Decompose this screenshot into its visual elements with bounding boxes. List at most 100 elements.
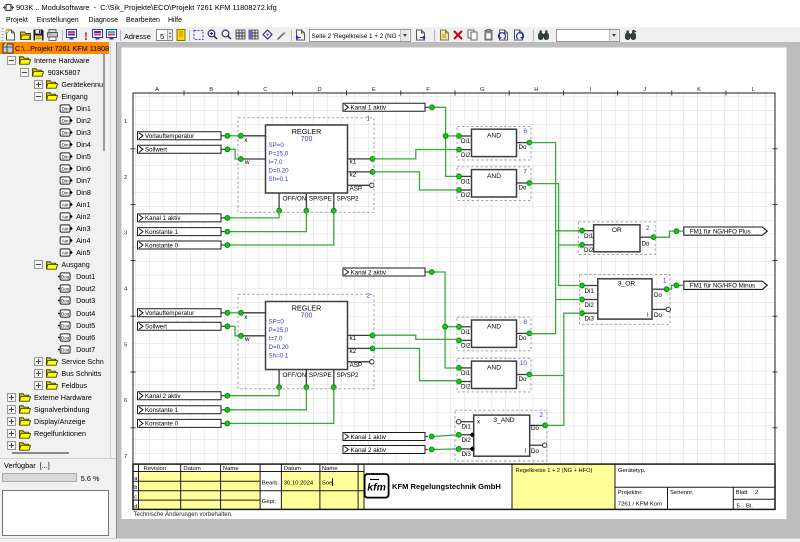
svg-text:6: 6 (523, 128, 527, 135)
svg-text:Di1: Di1 (585, 288, 595, 295)
svg-text:2: 2 (124, 175, 127, 181)
svg-text:Soe: Soe (322, 481, 333, 487)
svg-text:AND: AND (487, 173, 501, 180)
svg-text:A: A (155, 87, 159, 93)
svg-text:SP/SPE: SP/SPE (309, 372, 332, 379)
svg-text:Gepr.: Gepr. (262, 499, 277, 505)
svg-text:Sh=0.1: Sh=0.1 (269, 352, 289, 359)
svg-text:OR: OR (612, 227, 622, 234)
svg-text:F: F (426, 87, 430, 93)
svg-text:2: 2 (366, 293, 370, 300)
svg-text:Di3: Di3 (462, 451, 472, 458)
svg-text:Konstante 1: Konstante 1 (145, 229, 179, 236)
svg-text:OFF/ON: OFF/ON (283, 372, 307, 379)
svg-text:Di1: Di1 (462, 424, 472, 431)
svg-text:Di2: Di2 (584, 247, 594, 254)
svg-text:b: b (134, 485, 137, 491)
svg-text:B: B (209, 87, 213, 93)
svg-text:w: w (244, 159, 250, 166)
svg-text:1: 1 (663, 278, 667, 285)
svg-text:Datum: Datum (183, 466, 200, 472)
svg-text:Regelkreise 1 + 2 (NG + HFO): Regelkreise 1 + 2 (NG + HFO) (516, 468, 593, 474)
svg-text:Di2: Di2 (461, 384, 471, 391)
svg-text:ASP: ASP (350, 362, 363, 369)
svg-text:6: 6 (124, 398, 127, 404)
svg-text:Do: Do (519, 185, 527, 192)
svg-text:SP=0: SP=0 (269, 319, 285, 326)
svg-text:3_OR: 3_OR (618, 281, 635, 288)
svg-text:Konstante 0: Konstante 0 (145, 242, 179, 249)
svg-text:Konstante 1: Konstante 1 (145, 407, 179, 414)
svg-text:SP=0: SP=0 (269, 142, 285, 149)
svg-text:Do: Do (531, 448, 539, 455)
svg-text:I=7.0: I=7.0 (269, 159, 283, 166)
svg-text:Kanal 2 aktiv: Kanal 2 aktiv (351, 447, 387, 454)
svg-text:!: ! (647, 312, 649, 319)
svg-text:AND: AND (487, 133, 501, 140)
svg-text:Bearb.: Bearb. (262, 481, 280, 487)
svg-text:Di1: Di1 (461, 370, 471, 377)
svg-text:1: 1 (124, 119, 127, 125)
svg-text:Technische Änderungen vorbehal: Technische Änderungen vorbehalten. (134, 511, 233, 518)
svg-text:Di2: Di2 (461, 152, 471, 159)
svg-text:10: 10 (520, 360, 528, 367)
svg-text:3_AND: 3_AND (493, 417, 514, 424)
svg-text:700: 700 (301, 136, 313, 143)
svg-text:Di2: Di2 (461, 192, 471, 199)
svg-text:H: H (534, 87, 538, 93)
svg-text:D: D (318, 87, 322, 93)
svg-text:Di1: Di1 (461, 329, 471, 336)
svg-text:Kanal 1 aktiv: Kanal 1 aktiv (145, 215, 181, 222)
svg-text:Revision: Revision (144, 466, 167, 472)
svg-text:Di2: Di2 (461, 343, 471, 350)
svg-text:Di1: Di1 (584, 233, 594, 240)
svg-text:Do: Do (519, 376, 527, 383)
svg-text:!: ! (525, 448, 527, 455)
svg-text:30.10.2024: 30.10.2024 (284, 481, 314, 487)
svg-text:Sh=0.1: Sh=0.1 (269, 176, 289, 183)
svg-text:P=25.0: P=25.0 (269, 150, 289, 157)
svg-text:C: C (263, 87, 267, 93)
svg-text:KFM Regelungstechnik GmbH: KFM Regelungstechnik GmbH (392, 482, 501, 491)
svg-text:D=0.20: D=0.20 (269, 167, 290, 174)
svg-text:8: 8 (523, 319, 527, 326)
svg-text:k1: k1 (350, 158, 357, 165)
svg-text:SP/SP2: SP/SP2 (337, 196, 360, 203)
svg-text:I=7.0: I=7.0 (269, 335, 283, 342)
svg-text:G: G (480, 87, 485, 93)
svg-text:Konstante 0: Konstante 0 (145, 421, 179, 428)
svg-text:Do: Do (519, 144, 527, 151)
svg-text:Bl.: Bl. (746, 503, 753, 509)
svg-text:K: K (697, 87, 701, 93)
svg-text:Do: Do (654, 312, 662, 319)
svg-text:d: d (134, 504, 137, 510)
svg-text:Blatt: Blatt (736, 490, 748, 496)
svg-text:k1: k1 (350, 335, 357, 342)
svg-text:P=25.0: P=25.0 (269, 327, 289, 334)
svg-text:D=0.20: D=0.20 (269, 344, 290, 351)
svg-text:2: 2 (646, 225, 650, 232)
svg-text:FM1 für NG/HFO Minus: FM1 für NG/HFO Minus (690, 283, 755, 290)
svg-text:c: c (134, 495, 137, 501)
svg-text:Di2: Di2 (585, 302, 595, 309)
svg-text:k2: k2 (350, 348, 357, 355)
svg-text:700: 700 (301, 312, 313, 319)
svg-text:ASP: ASP (350, 186, 363, 193)
svg-text:SP/SPE: SP/SPE (309, 196, 332, 203)
svg-text:2: 2 (539, 412, 543, 419)
svg-text:E: E (372, 87, 376, 93)
svg-text:k2: k2 (350, 171, 357, 178)
svg-text:7261 / KFM Kom: 7261 / KFM Kom (618, 502, 662, 508)
svg-text:Vorlauftemperatur: Vorlauftemperatur (145, 310, 194, 317)
svg-text:Projektnr.: Projektnr. (618, 490, 643, 496)
svg-text:Di1: Di1 (461, 138, 471, 145)
svg-text:Sollwert: Sollwert (145, 324, 167, 331)
svg-text:Sollwert: Sollwert (145, 147, 167, 154)
svg-text:Di1: Di1 (461, 179, 471, 186)
svg-text:REGLER: REGLER (292, 304, 322, 313)
svg-text:AND: AND (487, 364, 501, 371)
svg-text:Kanal 2 aktiv: Kanal 2 aktiv (145, 393, 181, 400)
svg-text:Name: Name (223, 466, 239, 472)
svg-text:Di2: Di2 (462, 437, 472, 444)
svg-text:Seriennr.: Seriennr. (670, 490, 694, 496)
